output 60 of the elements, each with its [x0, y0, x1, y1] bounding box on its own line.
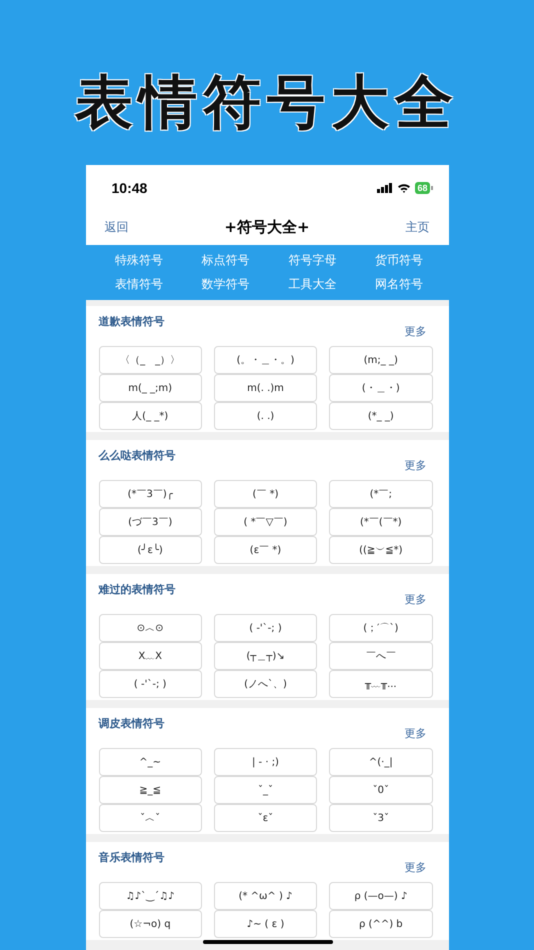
- emoticon-button[interactable]: ♫♪`‿´♫♪: [98, 882, 202, 910]
- emoticon-button[interactable]: (￣ *): [214, 480, 318, 508]
- emoticon-button[interactable]: (╯ε╰): [98, 536, 202, 564]
- emoticon-button[interactable]: (・＿・): [329, 374, 432, 402]
- emoticon-button[interactable]: ( -'`-; ): [214, 614, 318, 642]
- emoticon-button[interactable]: (*￣3￣)╭: [98, 480, 202, 508]
- emoticon-button[interactable]: ρ (^^) b: [329, 910, 432, 938]
- emoticon-button[interactable]: (；′⌒`): [329, 614, 432, 642]
- emoticon-button[interactable]: (づ￣3￣): [98, 508, 202, 536]
- section-title: 音乐表情符号: [98, 850, 164, 865]
- emoticon-button[interactable]: ^(·_|: [329, 748, 432, 776]
- page-title: +符号大全+: [224, 218, 310, 237]
- more-link[interactable]: 更多: [404, 726, 426, 741]
- emoticon-button[interactable]: ￣へ￣: [329, 642, 432, 670]
- section-title: 道歉表情符号: [98, 314, 164, 329]
- emoticon-button[interactable]: ( *￣▽￣): [214, 508, 318, 536]
- emoticon-button[interactable]: 〈（_ _）〉: [98, 346, 202, 374]
- emoticon-button[interactable]: ( -'`-; ): [98, 670, 202, 698]
- signal-icon: [377, 182, 394, 192]
- emoticon-button[interactable]: ╥﹏╥...: [329, 670, 432, 698]
- emoticon-button[interactable]: (*_ _): [329, 402, 432, 430]
- emoticon-button[interactable]: (m;_ _): [329, 346, 432, 374]
- more-link[interactable]: 更多: [404, 458, 426, 473]
- emoticon-button[interactable]: (☆¬o) q: [98, 910, 202, 938]
- more-link[interactable]: 更多: [404, 592, 426, 607]
- emoticon-button[interactable]: ⊙︿⊙: [98, 614, 202, 642]
- battery-level: 68: [415, 182, 430, 194]
- emoticon-button[interactable]: ˇ_ˇ: [214, 776, 318, 804]
- emoticon-button[interactable]: ˇ0ˇ: [329, 776, 432, 804]
- emoticon-button[interactable]: ((≧︶≦*): [329, 536, 432, 564]
- banner-title: 表情符号大全: [75, 67, 459, 138]
- emoticon-button[interactable]: 人(_ _*): [98, 402, 202, 430]
- back-link[interactable]: 返回: [104, 219, 128, 236]
- section-title: 调皮表情符号: [98, 716, 164, 731]
- more-link[interactable]: 更多: [404, 860, 426, 875]
- section-title: 难过的表情符号: [98, 582, 176, 597]
- emoticon-button[interactable]: (┬＿┬)↘: [214, 642, 318, 670]
- emoticon-button[interactable]: ρ (—o—) ♪: [329, 882, 432, 910]
- emoticon-button[interactable]: (。・＿・。): [214, 346, 318, 374]
- emoticon-button[interactable]: (. .): [214, 402, 318, 430]
- emoticon-button[interactable]: (ε￣ *): [214, 536, 318, 564]
- emoticon-button[interactable]: X﹏X: [98, 642, 202, 670]
- emoticon-button[interactable]: ˇ3ˇ: [329, 804, 432, 832]
- emoticon-button[interactable]: ^_~: [98, 748, 202, 776]
- wifi-icon: [397, 182, 412, 192]
- emoticon-button[interactable]: (*￣(￣*): [329, 508, 432, 536]
- more-link[interactable]: 更多: [404, 324, 426, 339]
- emoticon-button[interactable]: m(. .)m: [214, 374, 318, 402]
- emoticon-button[interactable]: | - · ;): [214, 748, 318, 776]
- emoticon-button[interactable]: ♪~ ( ε ): [214, 910, 318, 938]
- emoticon-button[interactable]: (ノへ`、): [214, 670, 318, 698]
- emoticon-button[interactable]: (*￣;: [329, 480, 432, 508]
- emoticon-button[interactable]: ≧_≦: [98, 776, 202, 804]
- status-time: 10:48: [112, 180, 148, 196]
- emoticon-button[interactable]: (* ^ω^ ) ♪: [214, 882, 318, 910]
- emoticon-button[interactable]: ˇεˇ: [214, 804, 318, 832]
- emoticon-button[interactable]: m(_ _;m): [98, 374, 202, 402]
- section-title: 么么哒表情符号: [98, 448, 176, 463]
- home-link[interactable]: 主页: [405, 219, 430, 236]
- emoticon-button[interactable]: ˇ︿ˇ: [98, 804, 202, 832]
